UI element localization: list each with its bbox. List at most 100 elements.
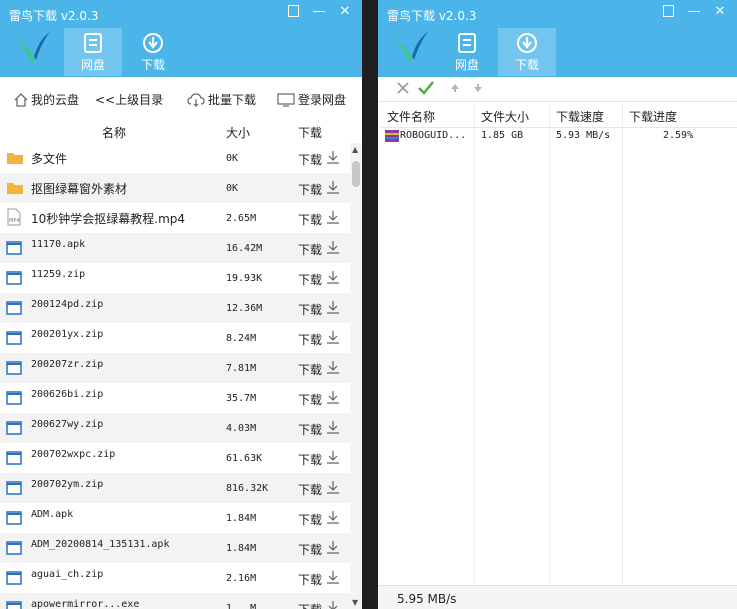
file-size: 19.93K: [226, 273, 263, 284]
download-arrow-icon[interactable]: [326, 300, 340, 314]
download-arrow-icon[interactable]: [326, 510, 340, 524]
download-arrow-icon[interactable]: [326, 390, 340, 404]
check-icon[interactable]: [418, 81, 434, 95]
parent-dir-label: <<上级目录: [95, 93, 164, 107]
parent-dir-button[interactable]: <<上级目录: [95, 91, 163, 108]
file-row[interactable]: ADM.apk 1.84M 下载: [0, 503, 350, 533]
tab-download[interactable]: 下载: [124, 28, 182, 76]
column-download[interactable]: 下载: [298, 124, 322, 141]
tab-download[interactable]: 下载: [498, 28, 556, 76]
column-speed[interactable]: 下载速度: [556, 108, 604, 125]
download-link[interactable]: 下载: [298, 451, 322, 468]
file-row[interactable]: 200626bi.zip 35.7M 下载: [0, 383, 350, 413]
download-arrow-icon[interactable]: [326, 570, 340, 584]
download-arrow-icon[interactable]: [326, 210, 340, 224]
download-link[interactable]: 下载: [298, 541, 322, 558]
total-speed: 5.95 MB/s: [397, 592, 457, 606]
minimize-button[interactable]: —: [306, 0, 332, 22]
column-size[interactable]: 大小: [226, 124, 250, 141]
column-divider: [549, 105, 550, 585]
login-label: 登录网盘: [298, 93, 347, 107]
file-size: 7.81M: [226, 363, 257, 374]
file-row[interactable]: 200124pd.zip 12.36M 下载: [0, 293, 350, 323]
close-icon: ✕: [339, 3, 351, 19]
file-row[interactable]: 200702ym.zip 816.32K 下载: [0, 473, 350, 503]
download-link[interactable]: 下载: [298, 331, 322, 348]
skin-button[interactable]: [655, 0, 681, 22]
download-circle-icon: [143, 33, 163, 53]
column-file-name[interactable]: 文件名称: [387, 108, 435, 125]
minimize-icon: —: [687, 3, 701, 19]
file-size: 4.03M: [226, 423, 257, 434]
skin-button[interactable]: [280, 0, 306, 22]
file-row[interactable]: apowermirror...exe 1.__M 下载: [0, 593, 350, 609]
download-arrow-icon[interactable]: [326, 480, 340, 494]
download-link[interactable]: 下载: [298, 391, 322, 408]
file-icon: [6, 541, 22, 555]
delete-icon[interactable]: [396, 81, 410, 95]
minimize-button[interactable]: —: [681, 0, 707, 22]
file-row[interactable]: aguai_ch.zip 2.16M 下载: [0, 563, 350, 593]
move-down-icon[interactable]: [473, 83, 483, 93]
scrollbar-thumb[interactable]: [352, 161, 360, 187]
file-row[interactable]: 11170.apk 16.42M 下载: [0, 233, 350, 263]
download-link[interactable]: 下载: [298, 571, 322, 588]
file-list-header: 名称 大小 下载: [0, 121, 350, 143]
file-name: apowermirror...exe: [31, 599, 140, 609]
file-icon: [6, 361, 22, 375]
file-row[interactable]: MP4 10秒钟学会抠绿幕教程.mp4 2.65M 下载: [0, 203, 350, 233]
login-button[interactable]: 登录网盘: [277, 91, 346, 108]
folder-icon: [7, 153, 23, 164]
download-link[interactable]: 下载: [298, 481, 322, 498]
file-row[interactable]: 多文件 0K 下载: [0, 143, 350, 173]
download-link[interactable]: 下载: [298, 151, 322, 168]
file-row[interactable]: 200201yx.zip 8.24M 下载: [0, 323, 350, 353]
download-arrow-icon[interactable]: [326, 450, 340, 464]
cloud-download-icon: [187, 92, 205, 107]
download-speed: 5.93 MB/s: [556, 130, 611, 141]
download-arrow-icon[interactable]: [326, 240, 340, 254]
archive-file-icon: [385, 130, 399, 142]
close-button[interactable]: ✕: [707, 0, 733, 22]
close-button[interactable]: ✕: [332, 0, 358, 22]
file-icon: [6, 241, 22, 255]
file-icon: [6, 481, 22, 495]
download-link[interactable]: 下载: [298, 241, 322, 258]
file-row[interactable]: 抠图绿幕窗外素材 0K 下载: [0, 173, 350, 203]
column-file-size[interactable]: 文件大小: [481, 108, 529, 125]
download-arrow-icon[interactable]: [326, 330, 340, 344]
file-row[interactable]: ADM_20200814_135131.apk 1.84M 下载: [0, 533, 350, 563]
file-row[interactable]: 200207zr.zip 7.81M 下载: [0, 353, 350, 383]
tab-cloud-drive[interactable]: 网盘: [438, 28, 496, 76]
download-link[interactable]: 下载: [298, 181, 322, 198]
download-link[interactable]: 下载: [298, 361, 322, 378]
move-up-icon[interactable]: [450, 83, 460, 93]
file-name: 200626bi.zip: [31, 389, 104, 400]
download-arrow-icon[interactable]: [326, 420, 340, 434]
column-name[interactable]: 名称: [102, 124, 126, 141]
download-link[interactable]: 下载: [298, 211, 322, 228]
my-cloud-button[interactable]: 我的云盘: [14, 91, 79, 108]
batch-download-button[interactable]: 批量下载: [187, 91, 256, 108]
scroll-down-icon[interactable]: ▼: [352, 598, 358, 607]
download-arrow-icon[interactable]: [326, 180, 340, 194]
download-link[interactable]: 下载: [298, 421, 322, 438]
download-arrow-icon[interactable]: [326, 540, 340, 554]
scroll-up-icon[interactable]: ▲: [352, 145, 358, 154]
download-row[interactable]: ROBOGUID... 1.85 GB 5.93 MB/s 2.59%: [381, 127, 737, 145]
download-arrow-icon[interactable]: [326, 150, 340, 164]
file-row[interactable]: 200627wy.zip 4.03M 下载: [0, 413, 350, 443]
download-link[interactable]: 下载: [298, 511, 322, 528]
download-link[interactable]: 下载: [298, 301, 322, 318]
download-link[interactable]: 下载: [298, 271, 322, 288]
download-link[interactable]: 下载: [298, 601, 322, 609]
download-arrow-icon[interactable]: [326, 360, 340, 374]
scrollbar[interactable]: ▲ ▼: [350, 143, 362, 609]
file-row[interactable]: 11259.zip 19.93K 下载: [0, 263, 350, 293]
tab-cloud-drive[interactable]: 网盘: [64, 28, 122, 76]
column-progress[interactable]: 下载进度: [629, 108, 677, 125]
file-row[interactable]: 200702wxpc.zip 61.63K 下载: [0, 443, 350, 473]
file-size: 12.36M: [226, 303, 263, 314]
download-arrow-icon[interactable]: [326, 600, 340, 609]
download-arrow-icon[interactable]: [326, 270, 340, 284]
